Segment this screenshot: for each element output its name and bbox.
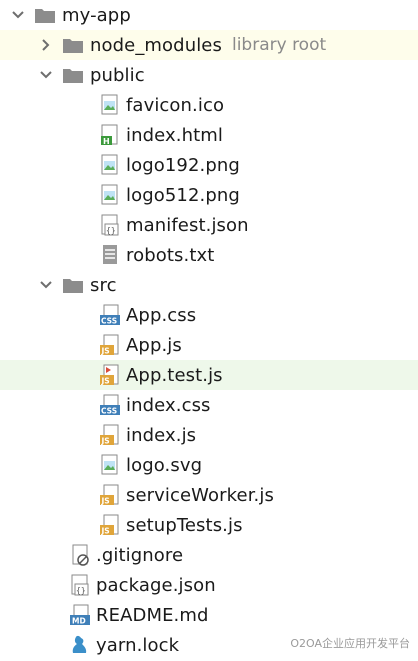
css-file-icon: CSS	[100, 394, 120, 416]
file-label: favicon.ico	[126, 94, 225, 116]
svg-text:{}: {}	[106, 226, 116, 235]
js-file-icon: JS	[100, 424, 120, 446]
tree-node-public[interactable]: public	[0, 60, 418, 90]
text-file-icon	[100, 244, 120, 266]
file-gitignore[interactable]: .gitignore	[0, 540, 418, 570]
file-serviceworker-js[interactable]: JS serviceWorker.js	[0, 480, 418, 510]
svg-text:CSS: CSS	[101, 407, 117, 416]
file-label: setupTests.js	[126, 514, 243, 536]
project-tree: my-app node_modules library root public …	[0, 0, 418, 661]
tree-node-src[interactable]: src	[0, 270, 418, 300]
folder-icon	[34, 6, 56, 24]
file-setuptests-js[interactable]: JS setupTests.js	[0, 510, 418, 540]
file-label: .gitignore	[96, 544, 184, 566]
json-file-icon: {}	[100, 214, 120, 236]
file-label: manifest.json	[126, 214, 249, 236]
file-app-css[interactable]: CSS App.css	[0, 300, 418, 330]
file-index-css[interactable]: CSS index.css	[0, 390, 418, 420]
file-label: serviceWorker.js	[126, 484, 274, 506]
chevron-down-icon[interactable]	[38, 67, 54, 83]
yarn-file-icon	[70, 634, 90, 656]
library-root-hint: library root	[231, 35, 327, 55]
file-label: index.js	[126, 424, 197, 446]
file-label: logo512.png	[126, 184, 240, 206]
image-file-icon	[100, 94, 120, 116]
markdown-file-icon: MD	[70, 604, 90, 626]
file-manifest-json[interactable]: {} manifest.json	[0, 210, 418, 240]
file-favicon-ico[interactable]: favicon.ico	[0, 90, 418, 120]
image-file-icon	[100, 184, 120, 206]
image-file-icon	[100, 454, 120, 476]
file-label: logo192.png	[126, 154, 240, 176]
file-label: App.js	[126, 334, 182, 356]
file-label: index.html	[126, 124, 223, 146]
file-readme-md[interactable]: MD README.md	[0, 600, 418, 630]
file-app-test-js[interactable]: JS App.test.js	[0, 360, 418, 390]
folder-icon	[62, 66, 84, 84]
file-label: App.css	[126, 304, 197, 326]
tree-node-my-app[interactable]: my-app	[0, 0, 418, 30]
folder-icon	[62, 276, 84, 294]
chevron-right-icon[interactable]	[38, 37, 54, 53]
svg-text:MD: MD	[72, 617, 86, 626]
chevron-down-icon[interactable]	[10, 7, 26, 23]
file-label: yarn.lock	[96, 634, 180, 656]
file-robots-txt[interactable]: robots.txt	[0, 240, 418, 270]
file-package-json[interactable]: {} package.json	[0, 570, 418, 600]
html-file-icon: H	[100, 124, 120, 146]
js-file-icon: JS	[100, 334, 120, 356]
css-file-icon: CSS	[100, 304, 120, 326]
test-js-file-icon: JS	[100, 364, 120, 386]
js-file-icon: JS	[100, 484, 120, 506]
svg-text:JS: JS	[101, 347, 110, 356]
file-label: index.css	[126, 394, 211, 416]
watermark-text: O2OA企业应用开发平台	[290, 637, 410, 650]
file-app-js[interactable]: JS App.js	[0, 330, 418, 360]
file-logo-svg[interactable]: logo.svg	[0, 450, 418, 480]
file-label: README.md	[96, 604, 209, 626]
file-index-html[interactable]: H index.html	[0, 120, 418, 150]
file-label: App.test.js	[126, 364, 223, 386]
image-file-icon	[100, 154, 120, 176]
svg-text:CSS: CSS	[101, 317, 117, 326]
file-index-js[interactable]: JS index.js	[0, 420, 418, 450]
tree-node-label: my-app	[62, 4, 131, 26]
file-label: package.json	[96, 574, 216, 596]
svg-text:JS: JS	[101, 437, 110, 446]
tree-node-label: src	[90, 274, 117, 296]
tree-node-label: public	[90, 64, 145, 86]
js-file-icon: JS	[100, 514, 120, 536]
svg-text:JS: JS	[101, 497, 110, 506]
svg-text:H: H	[103, 137, 110, 146]
file-logo192-png[interactable]: logo192.png	[0, 150, 418, 180]
file-label: robots.txt	[126, 244, 215, 266]
tree-node-label: node_modules	[90, 34, 222, 56]
file-label: logo.svg	[126, 454, 203, 476]
json-file-icon: {}	[70, 574, 90, 596]
file-logo512-png[interactable]: logo512.png	[0, 180, 418, 210]
svg-text:{}: {}	[76, 586, 86, 595]
gitignore-file-icon	[70, 544, 90, 566]
folder-icon	[62, 36, 84, 54]
svg-text:JS: JS	[101, 527, 110, 536]
tree-node-node-modules[interactable]: node_modules library root	[0, 30, 418, 60]
svg-text:JS: JS	[101, 377, 110, 386]
chevron-down-icon[interactable]	[38, 277, 54, 293]
